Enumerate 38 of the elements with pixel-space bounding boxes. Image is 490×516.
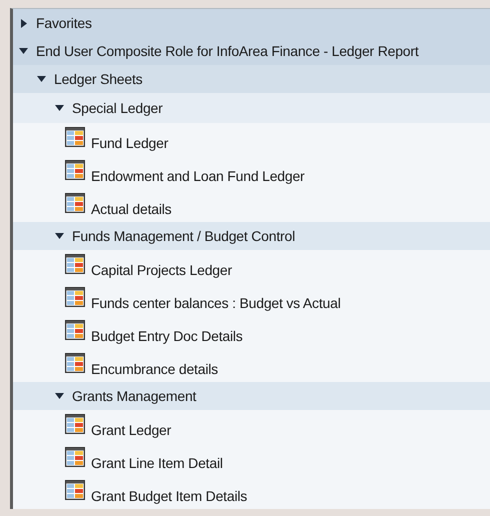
collapse-arrow-icon[interactable] — [55, 232, 64, 240]
folder-label: Funds Management / Budget Control — [72, 228, 295, 244]
table-report-icon — [65, 320, 85, 340]
table-report-icon — [65, 446, 85, 466]
folder-row[interactable]: End User Composite Role for InfoArea Finance - Ledger Report — [13, 37, 490, 65]
table-report-icon — [65, 352, 85, 372]
report-label: Actual details — [91, 200, 172, 216]
report-label: Funds center balances : Budget vs Actual — [91, 294, 341, 310]
folder-row[interactable]: Grants Management — [13, 382, 490, 410]
folder-row[interactable]: Ledger Sheets — [13, 65, 490, 93]
table-report-icon — [65, 286, 85, 306]
collapse-arrow-icon[interactable] — [19, 46, 28, 56]
table-report-icon — [65, 414, 85, 434]
report-label: Grant Ledger — [91, 422, 172, 438]
report-label: Budget Entry Doc Details — [91, 328, 243, 344]
report-label: Endowment and Loan Fund Ledger — [91, 168, 304, 184]
report-label: Grant Budget Item Details — [91, 488, 248, 504]
folder-label: Grants Management — [72, 388, 196, 404]
folder-row[interactable]: Favorites — [13, 9, 490, 37]
table-report-icon — [65, 254, 85, 274]
expand-arrow-icon[interactable] — [19, 18, 28, 28]
folder-row[interactable]: Special Ledger — [13, 93, 490, 123]
collapse-arrow-icon[interactable] — [37, 74, 46, 84]
collapse-arrow-icon[interactable] — [55, 104, 64, 112]
report-label: Grant Line Item Detail — [91, 454, 223, 470]
folder-label: Special Ledger — [72, 100, 163, 116]
table-report-icon — [65, 480, 85, 500]
table-report-icon — [65, 160, 85, 180]
report-label: Capital Projects Ledger — [91, 262, 232, 278]
report-label: Encumbrance details — [91, 360, 218, 376]
collapse-arrow-icon[interactable] — [55, 392, 64, 400]
table-report-icon — [65, 192, 85, 212]
folder-row[interactable]: Funds Management / Budget Control — [13, 222, 490, 250]
report-label: Fund Ledger — [91, 134, 168, 150]
table-report-icon — [65, 126, 85, 146]
folder-label: Ledger Sheets — [54, 71, 142, 87]
folder-label: End User Composite Role for InfoArea Finance - Ledger Report — [36, 43, 419, 59]
folder-label: Favorites — [36, 15, 92, 31]
